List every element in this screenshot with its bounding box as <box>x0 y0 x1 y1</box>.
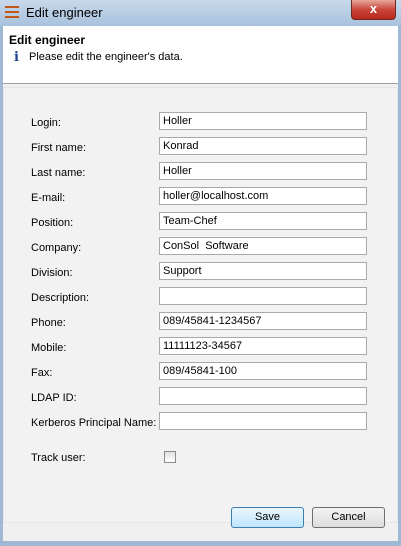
division-field[interactable] <box>159 262 367 280</box>
position-field[interactable] <box>159 212 367 230</box>
phone-label: Phone: <box>31 317 66 329</box>
kerberos-principal-field[interactable] <box>159 412 367 430</box>
company-label: Company: <box>31 242 82 254</box>
window-title: Edit engineer <box>26 5 103 20</box>
email-label: E-mail: <box>31 192 66 204</box>
edit-engineer-window: Edit engineer x Edit engineer i Please e… <box>0 0 401 546</box>
ldap-id-field[interactable] <box>159 387 367 405</box>
save-button[interactable]: Save <box>231 507 304 528</box>
header-message: Please edit the engineer's data. <box>29 51 183 63</box>
header-title: Edit engineer <box>9 33 86 47</box>
description-label: Description: <box>31 292 90 304</box>
fax-label: Fax: <box>31 367 53 379</box>
cancel-button[interactable]: Cancel <box>312 507 385 528</box>
description-field[interactable] <box>159 287 367 305</box>
track-user-checkbox[interactable] <box>164 451 176 463</box>
mobile-label: Mobile: <box>31 342 67 354</box>
login-label: Login: <box>31 117 61 129</box>
first-name-field[interactable] <box>159 137 367 155</box>
last-name-label: Last name: <box>31 167 86 179</box>
ldap-id-label: LDAP ID: <box>31 392 77 404</box>
title-bar[interactable]: Edit engineer x <box>0 0 401 26</box>
last-name-field[interactable] <box>159 162 367 180</box>
company-field[interactable] <box>159 237 367 255</box>
kerberos-principal-label: Kerberos Principal Name: <box>31 417 157 429</box>
mobile-field[interactable] <box>159 337 367 355</box>
close-button[interactable]: x <box>351 0 396 20</box>
app-icon <box>5 5 19 21</box>
position-label: Position: <box>31 217 74 229</box>
fax-field[interactable] <box>159 362 367 380</box>
division-label: Division: <box>31 267 73 279</box>
phone-field[interactable] <box>159 312 367 330</box>
dialog-header: Edit engineer i Please edit the engineer… <box>3 26 398 84</box>
info-icon: i <box>14 50 19 65</box>
first-name-label: First name: <box>31 142 87 154</box>
login-field[interactable] <box>159 112 367 130</box>
dialog-body: Edit engineer i Please edit the engineer… <box>3 26 398 541</box>
track-user-label: Track user: <box>31 452 86 464</box>
window-border-bottom <box>0 541 401 546</box>
email-field[interactable] <box>159 187 367 205</box>
